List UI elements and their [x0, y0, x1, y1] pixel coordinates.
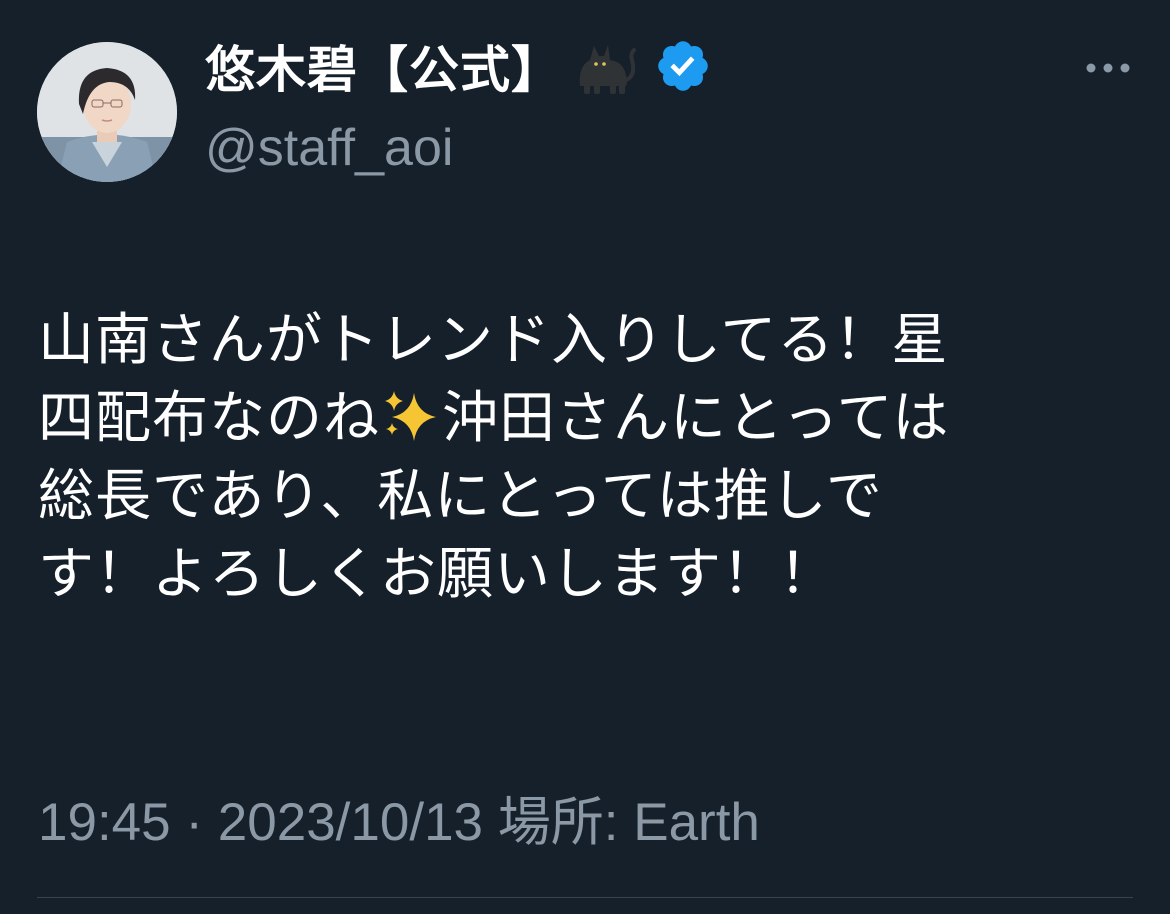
location-value: Earth [633, 793, 760, 852]
location-label: 場所: [497, 793, 619, 852]
tweet-metadata: 19:45 · 2023/10/13 場所: Earth [38, 780, 760, 856]
sparkles-emoji [380, 386, 442, 442]
tweet-detail: 悠木碧【公式】 @staff_aoi 山南さんがトレンド入りしてる！星 四配布な… [0, 0, 1170, 914]
tweet-text-line: 総長であり、私にとっては推しで [38, 464, 883, 529]
author-display-name[interactable]: 悠木碧【公式】 [205, 30, 562, 102]
author-name-row[interactable]: 悠木碧【公式】 [205, 30, 712, 102]
more-options-button[interactable] [1082, 54, 1134, 84]
verified-badge-icon[interactable] [654, 37, 712, 95]
black-cat-emoji [572, 36, 638, 96]
tweet-text-segment: 四配布なのね [38, 386, 380, 451]
divider [37, 897, 1133, 898]
more-horizontal-icon [1082, 60, 1134, 79]
tweet-text-segment: 沖田さんにとっては [442, 386, 950, 451]
tweet-text-line: 山南さんがトレンド入りしてる！星 [38, 308, 949, 373]
tweet-text-line: す！よろしくお願いします！！ [38, 542, 836, 607]
tweet-text: 山南さんがトレンド入りしてる！星 四配布なのね 沖田さんにとっては 総長であり、… [38, 302, 1138, 614]
tweet-date[interactable]: 2023/10/13 [218, 793, 483, 852]
tweet-text-line: 四配布なのね 沖田さんにとっては [38, 380, 1138, 458]
avatar[interactable] [37, 42, 177, 182]
tweet-time[interactable]: 19:45 [38, 793, 171, 852]
meta-separator: · [185, 793, 204, 852]
author-handle[interactable]: @staff_aoi [205, 118, 453, 178]
